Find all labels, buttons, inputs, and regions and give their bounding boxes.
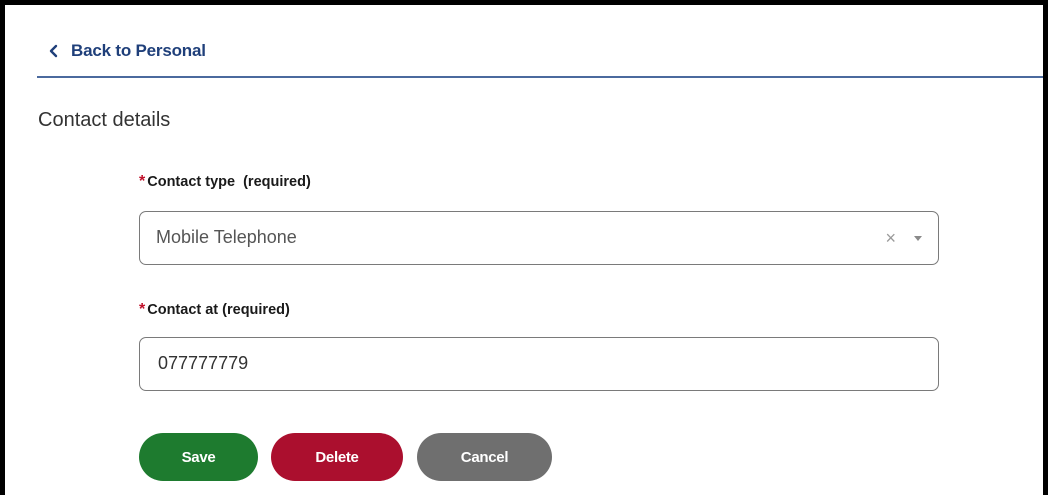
contact-type-label: * Contact type (required) [139,173,311,191]
delete-button[interactable]: Delete [271,433,403,481]
cancel-button[interactable]: Cancel [417,433,552,481]
contact-at-label-text: Contact at (required) [147,302,290,318]
back-to-personal-link[interactable]: Back to Personal [47,41,206,61]
contact-at-label: * Contact at (required) [139,301,290,319]
contact-at-field-wrapper [139,337,939,391]
save-button[interactable]: Save [139,433,258,481]
chevron-left-icon [49,44,58,58]
required-marker: * [139,301,146,318]
contact-at-input[interactable] [158,338,918,389]
header-divider [37,76,1043,78]
contact-type-select[interactable]: Mobile Telephone × [139,211,939,265]
caret-down-icon[interactable] [914,236,922,241]
contact-type-value: Mobile Telephone [156,227,297,247]
contact-type-label-text: Contact type (required) [147,174,311,190]
required-marker: * [139,173,146,190]
section-title: Contact details [38,109,171,131]
back-link-label: Back to Personal [71,41,206,60]
clear-icon[interactable]: × [885,228,896,248]
page-frame: Back to Personal Contact details * Conta… [0,0,1048,495]
